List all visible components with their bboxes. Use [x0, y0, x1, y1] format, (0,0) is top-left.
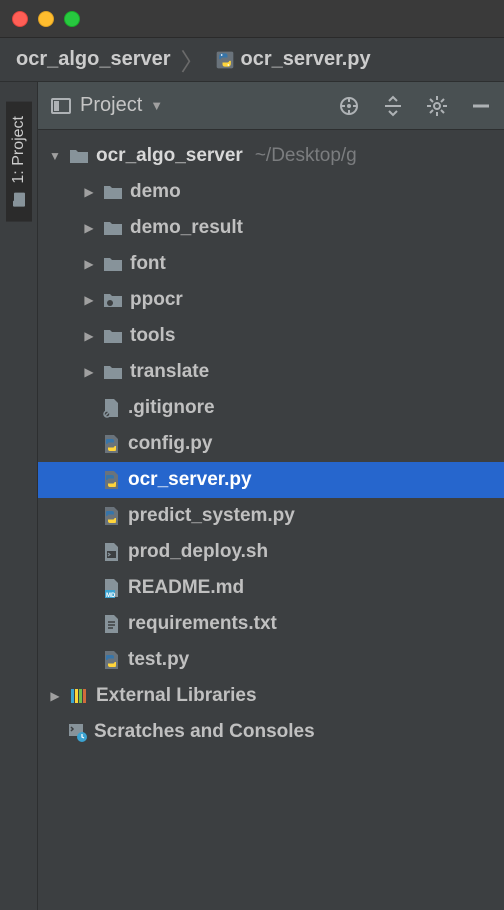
tool-tab-project[interactable]: 1: Project [6, 102, 32, 222]
tree-item-label: Scratches and Consoles [94, 721, 315, 743]
project-panel-header: Project ▼ [38, 82, 504, 130]
tree-item-label: .gitignore [128, 397, 215, 419]
project-panel: Project ▼ ▼ [38, 82, 504, 910]
breadcrumb: ocr_algo_server 〉 ocr_server.py [0, 38, 504, 82]
expand-arrow-icon[interactable]: ▼ [48, 149, 62, 163]
expand-arrow-icon[interactable]: ▶ [82, 221, 96, 235]
tree-item-file[interactable]: prod_deploy.sh [38, 534, 504, 570]
folder-icon [102, 181, 124, 203]
python-file-icon [215, 50, 235, 70]
breadcrumb-root[interactable]: ocr_algo_server [16, 48, 171, 71]
tree-item-folder[interactable]: ▶ demo_result [38, 210, 504, 246]
tree-item-label: predict_system.py [128, 505, 295, 527]
expand-arrow-icon[interactable]: ▶ [82, 365, 96, 379]
select-opened-file-icon[interactable] [338, 95, 360, 117]
tree-item-folder[interactable]: ▶ ppocr [38, 282, 504, 318]
tree-item-folder[interactable]: ▶ translate [38, 354, 504, 390]
tree-item-folder[interactable]: ▶ font [38, 246, 504, 282]
text-file-icon [100, 613, 122, 635]
hide-icon[interactable] [470, 95, 492, 117]
folder-icon [102, 217, 124, 239]
python-file-icon [100, 649, 122, 671]
tree-item-file[interactable]: MD README.md [38, 570, 504, 606]
chevron-right-icon: 〉 [181, 42, 205, 77]
tree-item-label: External Libraries [96, 685, 257, 707]
tree-item-label: ocr_server.py [128, 469, 252, 491]
scratches-icon [66, 721, 88, 743]
shell-file-icon [100, 541, 122, 563]
libraries-icon [68, 685, 90, 707]
project-icon [11, 192, 27, 208]
tree-item-label: translate [130, 361, 209, 383]
tree-external-libraries[interactable]: ▶ External Libraries [38, 678, 504, 714]
minimize-window-button[interactable] [38, 11, 54, 27]
tree-item-file[interactable]: config.py [38, 426, 504, 462]
expand-all-icon[interactable] [382, 95, 404, 117]
tree-item-folder[interactable]: ▶ demo [38, 174, 504, 210]
expand-arrow-icon[interactable]: ▶ [82, 293, 96, 307]
python-file-icon [100, 469, 122, 491]
tree-root-label: ocr_algo_server [96, 145, 243, 167]
tool-window-rail: 1: Project [0, 82, 38, 910]
tree-item-label: demo [130, 181, 181, 203]
tree-item-label: test.py [128, 649, 189, 671]
folder-icon [102, 325, 124, 347]
tree-item-file[interactable]: test.py [38, 642, 504, 678]
tree-item-file[interactable]: predict_system.py [38, 498, 504, 534]
tree-item-file[interactable]: requirements.txt [38, 606, 504, 642]
zoom-window-button[interactable] [64, 11, 80, 27]
tree-root[interactable]: ▼ ocr_algo_server ~/Desktop/g [38, 138, 504, 174]
chevron-down-icon[interactable]: ▼ [150, 98, 163, 113]
tree-item-label: demo_result [130, 217, 243, 239]
expand-arrow-icon[interactable]: ▶ [48, 689, 62, 703]
folder-icon [68, 145, 90, 167]
markdown-file-icon: MD [100, 577, 122, 599]
svg-text:MD: MD [106, 593, 116, 599]
tool-tab-project-label: 1: Project [10, 116, 28, 184]
expand-arrow-icon[interactable]: ▶ [82, 257, 96, 271]
tree-scratches[interactable]: Scratches and Consoles [38, 714, 504, 750]
gitignore-icon [100, 397, 122, 419]
close-window-button[interactable] [12, 11, 28, 27]
gear-icon[interactable] [426, 95, 448, 117]
window-titlebar [0, 0, 504, 38]
tree-item-file-selected[interactable]: ocr_server.py [38, 462, 504, 498]
folder-marked-icon [102, 289, 124, 311]
tree-item-label: prod_deploy.sh [128, 541, 268, 563]
tree-root-path: ~/Desktop/g [255, 145, 357, 167]
tree-item-label: tools [130, 325, 175, 347]
tree-item-label: ppocr [130, 289, 183, 311]
tree-item-label: font [130, 253, 166, 275]
project-view-title[interactable]: Project [80, 94, 142, 117]
project-view-icon [50, 95, 72, 117]
tree-item-label: requirements.txt [128, 613, 277, 635]
expand-arrow-icon[interactable]: ▶ [82, 185, 96, 199]
python-file-icon [100, 433, 122, 455]
expand-arrow-icon[interactable]: ▶ [82, 329, 96, 343]
breadcrumb-file[interactable]: ocr_server.py [241, 48, 371, 71]
folder-icon [102, 361, 124, 383]
tree-item-file[interactable]: .gitignore [38, 390, 504, 426]
tree-item-folder[interactable]: ▶ tools [38, 318, 504, 354]
folder-icon [102, 253, 124, 275]
python-file-icon [100, 505, 122, 527]
tree-item-label: README.md [128, 577, 244, 599]
tree-item-label: config.py [128, 433, 212, 455]
project-tree[interactable]: ▼ ocr_algo_server ~/Desktop/g ▶ demo ▶ d… [38, 130, 504, 758]
